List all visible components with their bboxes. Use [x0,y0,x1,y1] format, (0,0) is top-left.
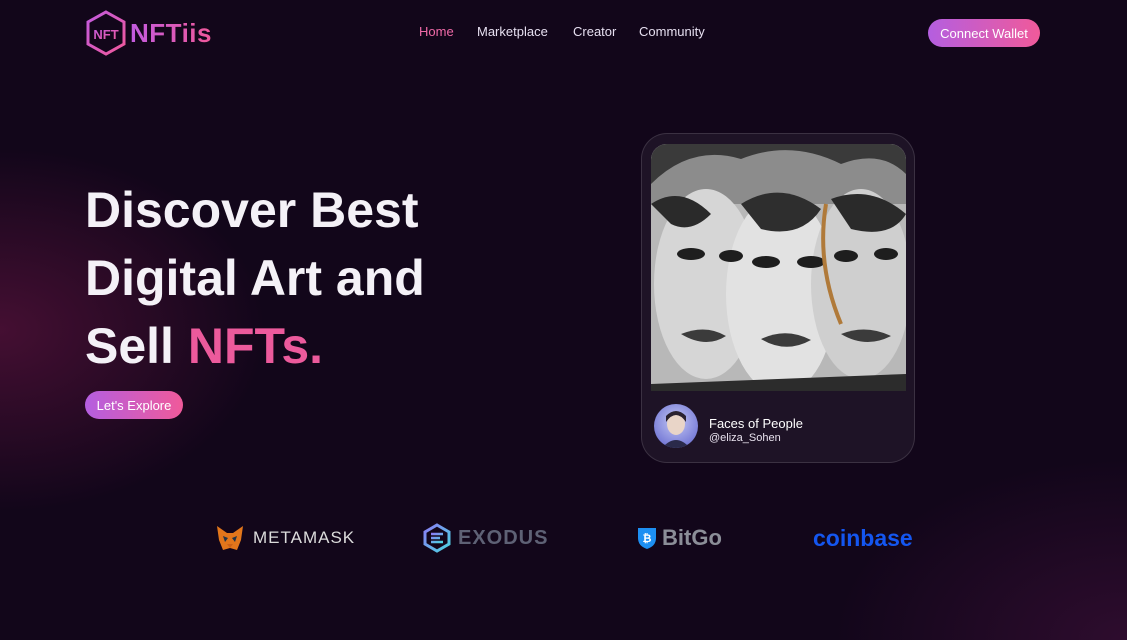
nft-artwork-image [651,144,906,391]
bitgo-name: BitGo [662,525,722,550]
hero-line-3: Sell NFTs. [85,312,425,380]
exodus-icon [423,523,451,553]
partner-exodus: EXODUS [422,518,548,558]
partner-logos: METAMASK EXODUS ₿ BitGo coinbase [0,518,1127,558]
partner-bitgo: ₿ BitGo [636,518,722,558]
coinbase-name: coinbase [813,524,913,551]
creator-avatar[interactable] [654,404,698,448]
partner-metamask: METAMASK [215,518,355,558]
nft-card[interactable]: Faces of People @eliza_Sohen [641,133,915,463]
metamask-name: METAMASK [253,528,356,547]
nav-home[interactable]: Home [419,24,454,39]
hero-line-3-plain: Sell [85,318,188,374]
shield-icon: ₿ [638,528,656,549]
nav-marketplace[interactable]: Marketplace [477,24,548,39]
explore-button[interactable]: Let's Explore [85,391,183,419]
fox-icon [217,526,243,550]
nft-title: Faces of People [709,416,803,431]
svg-text:₿: ₿ [643,533,652,545]
hero-line-1: Discover Best [85,182,419,238]
nav-creator[interactable]: Creator [573,24,616,39]
creator-handle[interactable]: @eliza_Sohen [709,432,781,444]
nav-community[interactable]: Community [639,24,705,39]
partner-coinbase: coinbase [813,518,913,558]
hero-heading: Discover Best Digital Art and Sell NFTs. [85,176,425,380]
hero-line-2: Digital Art and [85,250,425,306]
hero-accent: NFTs. [187,318,324,374]
connect-wallet-button[interactable]: Connect Wallet [928,19,1040,47]
exodus-name: EXODUS [458,526,549,549]
